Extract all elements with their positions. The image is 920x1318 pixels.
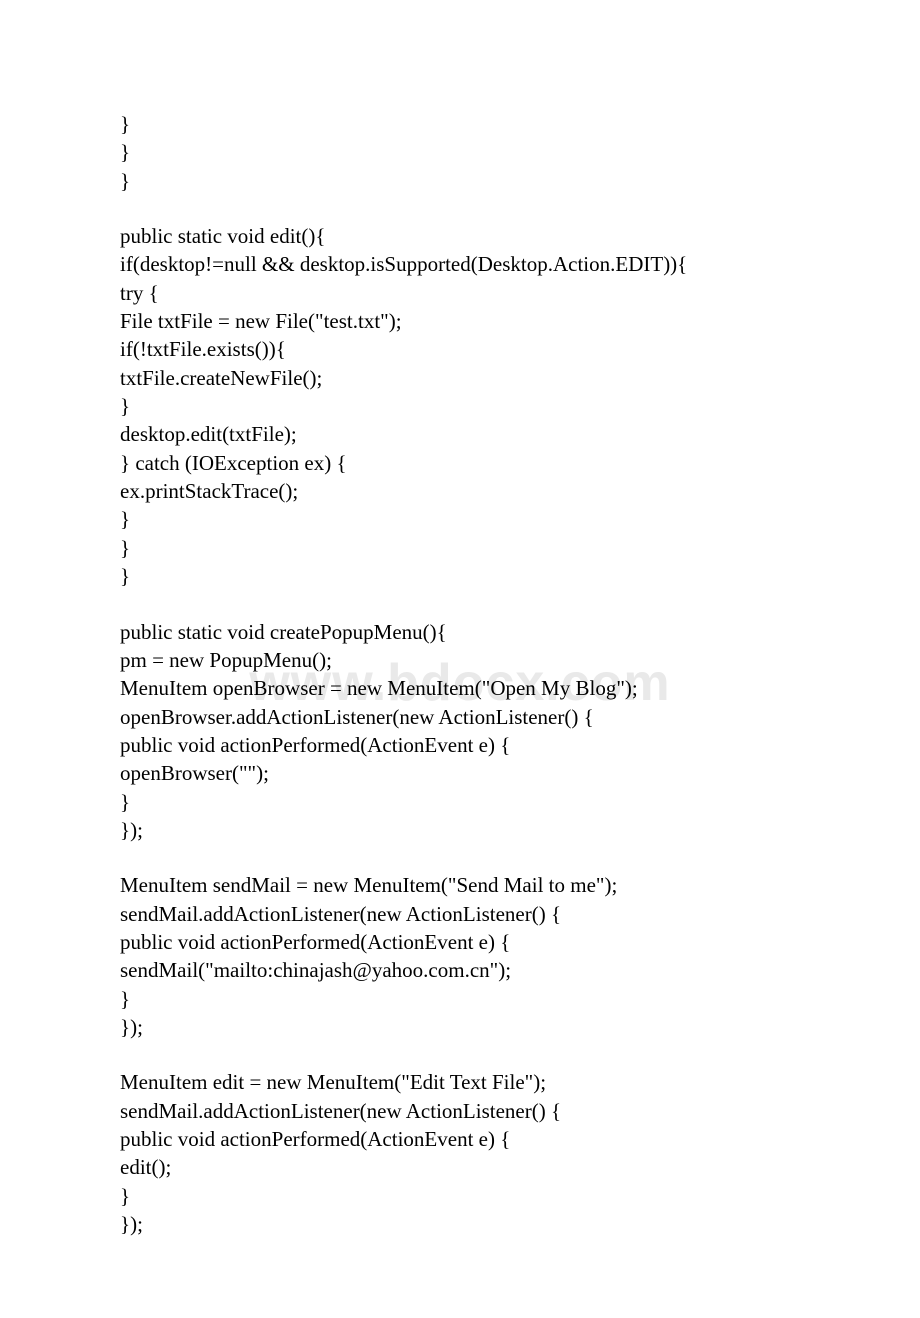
code-block-1: } } } [120,110,800,195]
document-page: www.bdocx.com } } } public static void e… [0,0,920,1318]
code-block-3: public static void createPopupMenu(){ pm… [120,618,800,845]
code-block-4: MenuItem sendMail = new MenuItem("Send M… [120,871,800,1041]
code-block-5: MenuItem edit = new MenuItem("Edit Text … [120,1068,800,1238]
code-block-2: public static void edit(){ if(desktop!=n… [120,222,800,590]
